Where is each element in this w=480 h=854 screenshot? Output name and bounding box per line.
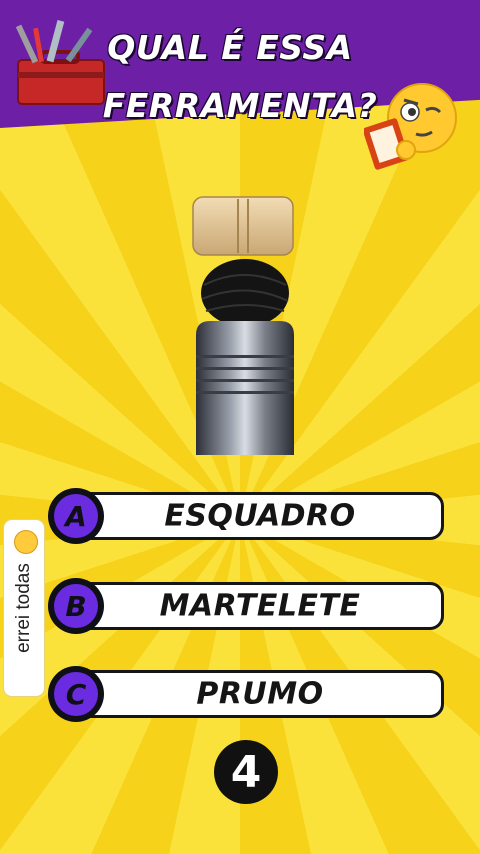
answer-text-a: ESQUADRO xyxy=(164,498,356,534)
prumo-tool-image xyxy=(192,196,294,455)
sad-face-icon xyxy=(14,530,38,554)
answer-letter-c: C xyxy=(54,672,98,716)
answer-bar-c[interactable]: PRUMO xyxy=(76,670,444,718)
answer-letter-b: B xyxy=(54,584,98,628)
answer-option-b[interactable]: MARTELETE B xyxy=(48,578,444,634)
answer-bar-a[interactable]: ESQUADRO xyxy=(76,492,444,540)
answer-option-a[interactable]: ESQUADRO A xyxy=(48,488,444,544)
answer-badge-c: C xyxy=(48,666,104,722)
answer-option-c[interactable]: PRUMO C xyxy=(48,666,444,722)
title-line-1: QUAL É ESSA xyxy=(107,28,353,67)
side-label: errei todas xyxy=(4,520,44,696)
countdown-timer: 4 xyxy=(214,740,278,804)
answer-badge-a: A xyxy=(48,488,104,544)
answer-letter-a: A xyxy=(54,494,98,538)
thinking-emoji-icon xyxy=(364,83,457,170)
answer-bar-b[interactable]: MARTELETE xyxy=(76,582,444,630)
side-label-text: errei todas xyxy=(13,563,34,653)
answer-text-b: MARTELETE xyxy=(159,588,361,624)
answer-badge-b: B xyxy=(48,578,104,634)
answer-text-c: PRUMO xyxy=(196,676,324,712)
